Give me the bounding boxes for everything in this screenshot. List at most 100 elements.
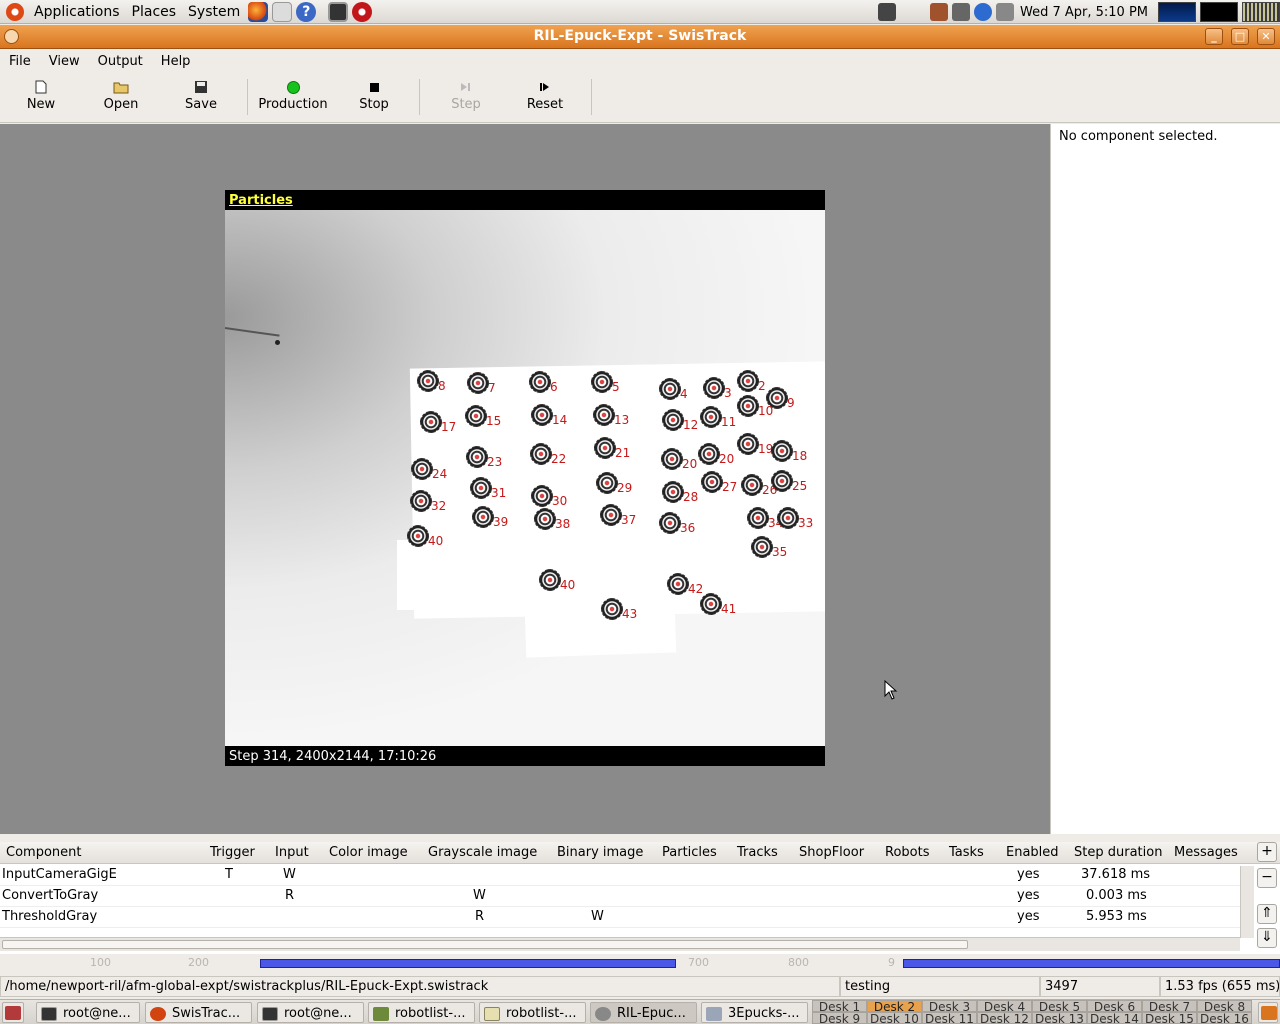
workspace-10[interactable]: Desk 10: [867, 1012, 922, 1024]
component-table[interactable]: Component Trigger Input Color image Gray…: [0, 842, 1280, 954]
table-vertical-scrollbar[interactable]: [1240, 866, 1254, 938]
system-menu[interactable]: System: [182, 4, 246, 20]
col-binary-image[interactable]: Binary image: [557, 845, 643, 860]
workspace-11[interactable]: Desk 11: [922, 1012, 977, 1024]
col-enabled[interactable]: Enabled: [1006, 845, 1059, 860]
screen-icon[interactable]: [877, 3, 896, 21]
stop-button[interactable]: Stop: [339, 79, 409, 112]
load-monitor[interactable]: [1242, 2, 1280, 22]
menu-output[interactable]: Output: [89, 54, 152, 69]
network-icon[interactable]: [929, 3, 948, 21]
table-horizontal-scrollbar[interactable]: [0, 937, 1240, 951]
workspace-4[interactable]: Desk 4: [977, 1000, 1032, 1013]
col-robots[interactable]: Robots: [885, 845, 929, 860]
col-tracks[interactable]: Tracks: [737, 845, 778, 860]
production-button[interactable]: Production: [253, 79, 333, 112]
workspace-1[interactable]: Desk 1: [812, 1000, 867, 1013]
robot-id-label: 20: [682, 457, 698, 471]
workspace-13[interactable]: Desk 13: [1032, 1012, 1087, 1024]
workspace-7[interactable]: Desk 7: [1142, 1000, 1197, 1013]
robot-id-label: 28: [683, 490, 699, 504]
timeline-bar[interactable]: [903, 959, 1280, 968]
robot-marker: [737, 395, 759, 417]
new-button[interactable]: New: [6, 79, 76, 112]
taskbar-item[interactable]: root@ne...: [36, 1002, 140, 1023]
step-button[interactable]: Step: [431, 79, 501, 112]
trash-button[interactable]: [1258, 1002, 1278, 1023]
viewer-title[interactable]: Particles: [229, 193, 293, 208]
mail-launcher-icon[interactable]: [272, 1, 293, 22]
table-row[interactable]: InputCameraGigE T W yes 37.618 ms: [0, 865, 1240, 886]
applications-menu[interactable]: Applications: [28, 4, 126, 20]
timeline-bar[interactable]: [260, 959, 676, 968]
computer-icon[interactable]: [951, 3, 970, 21]
canvas-area[interactable]: Particles 8 7 6 5 4 3 2 9 10 17 15 14 13 12 11 19 18 24 23…: [0, 124, 1050, 834]
workspace-9[interactable]: Desk 9: [812, 1012, 867, 1024]
workspace-3[interactable]: Desk 3: [922, 1000, 977, 1013]
workspace-8[interactable]: Desk 8: [1197, 1000, 1252, 1013]
window-titlebar[interactable]: RIL-Epuck-Expt - SwisTrack _ □ ✕: [0, 25, 1280, 49]
move-up-button[interactable]: ⇑: [1257, 904, 1277, 924]
minimize-button[interactable]: _: [1205, 28, 1223, 45]
col-trigger[interactable]: Trigger: [210, 845, 255, 860]
move-down-button[interactable]: ⇓: [1257, 928, 1277, 948]
col-color-image[interactable]: Color image: [329, 845, 408, 860]
table-row[interactable]: ThresholdGray R W yes 5.953 ms: [0, 907, 1240, 928]
close-button[interactable]: ✕: [1257, 28, 1275, 45]
col-messages[interactable]: Messages: [1174, 845, 1238, 860]
cpu-monitor[interactable]: [1158, 2, 1196, 22]
taskbar-item[interactable]: SwisTrac...: [145, 1002, 252, 1023]
memory-monitor[interactable]: [1200, 2, 1238, 22]
save-button[interactable]: Save: [166, 79, 236, 112]
col-step-duration[interactable]: Step duration: [1074, 845, 1162, 860]
particles-viewer[interactable]: Particles 8 7 6 5 4 3 2 9 10 17 15 14 13 12 11 19 18 24 23…: [225, 190, 825, 766]
workspace-15[interactable]: Desk 15: [1142, 1012, 1197, 1024]
menu-file[interactable]: File: [0, 54, 40, 69]
workspace-6[interactable]: Desk 6: [1087, 1000, 1142, 1013]
bluetooth-icon[interactable]: [973, 3, 992, 21]
open-button[interactable]: Open: [86, 79, 156, 112]
taskbar-item-active[interactable]: RIL-Epuc...: [590, 1002, 697, 1023]
menu-view[interactable]: View: [40, 54, 89, 69]
save-disk-icon: [195, 81, 207, 93]
workspace-12[interactable]: Desk 12: [977, 1012, 1032, 1024]
window-menu-icon[interactable]: [4, 29, 19, 44]
robot-marker: [417, 370, 439, 392]
taskbar-item[interactable]: root@ne...: [257, 1002, 364, 1023]
col-tasks[interactable]: Tasks: [949, 845, 984, 860]
col-grayscale-image[interactable]: Grayscale image: [428, 845, 537, 860]
col-component[interactable]: Component: [6, 845, 81, 860]
reset-button[interactable]: Reset: [510, 79, 580, 112]
show-desktop-button[interactable]: [2, 1002, 24, 1023]
scrollbar-thumb[interactable]: [2, 940, 968, 949]
table-row[interactable]: ConvertToGray R W yes 0.003 ms: [0, 886, 1240, 907]
col-input[interactable]: Input: [275, 845, 309, 860]
col-shopfloor[interactable]: ShopFloor: [799, 845, 864, 860]
firefox-launcher-icon[interactable]: [248, 1, 269, 22]
terminal-launcher-icon[interactable]: [328, 1, 349, 22]
clock[interactable]: Wed 7 Apr, 5:10 PM: [1020, 5, 1148, 20]
workspace-14[interactable]: Desk 14: [1087, 1012, 1142, 1024]
timeline[interactable]: 100 200 700 800 9: [0, 954, 1280, 974]
taskbar-item[interactable]: robotlist-...: [479, 1002, 586, 1023]
workspace-2[interactable]: Desk 2: [867, 1000, 922, 1013]
ubuntu-logo-icon[interactable]: [6, 2, 24, 21]
add-component-button[interactable]: +: [1257, 842, 1277, 862]
taskbar-item[interactable]: 3Epucks-...: [701, 1002, 808, 1023]
opera-launcher-icon[interactable]: [352, 1, 373, 22]
robot-id-label: 42: [688, 582, 704, 596]
volume-icon[interactable]: [995, 3, 1014, 21]
workspace-16[interactable]: Desk 16: [1197, 1012, 1252, 1024]
robot-id-label: 8: [438, 379, 446, 393]
robot-id-label: 37: [621, 513, 637, 527]
remove-component-button[interactable]: −: [1257, 868, 1277, 888]
places-menu[interactable]: Places: [126, 4, 183, 20]
taskbar-item[interactable]: robotlist-...: [368, 1002, 475, 1023]
workspace-switcher[interactable]: Desk 1 Desk 2 Desk 3 Desk 4 Desk 5 Desk …: [812, 1000, 1256, 1024]
maximize-button[interactable]: □: [1231, 28, 1249, 45]
col-particles[interactable]: Particles: [662, 845, 717, 860]
help-launcher-icon[interactable]: ?: [296, 1, 317, 22]
robot-marker: [737, 433, 759, 455]
menu-help[interactable]: Help: [152, 54, 200, 69]
workspace-5[interactable]: Desk 5: [1032, 1000, 1087, 1013]
